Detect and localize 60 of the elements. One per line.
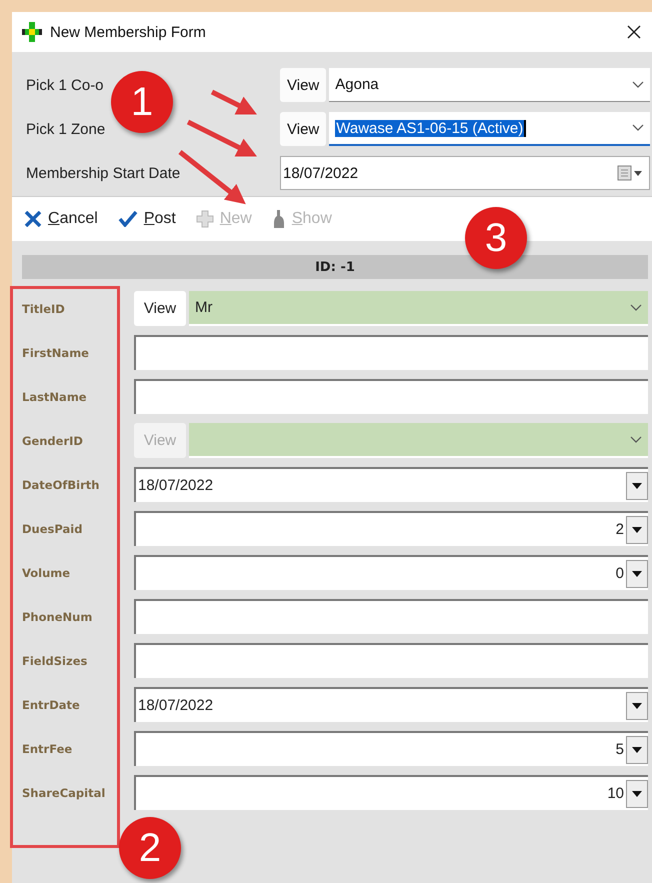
field-label: EntrFee xyxy=(22,742,74,756)
input-field[interactable] xyxy=(134,599,648,634)
caret-icon xyxy=(632,526,642,532)
post-button[interactable]: Post xyxy=(118,210,176,228)
field-label: DateOfBirth xyxy=(22,478,100,492)
field-label: FirstName xyxy=(22,346,90,360)
number-field[interactable]: 10 xyxy=(134,775,648,810)
field-label: LastName xyxy=(22,390,88,404)
caret-icon xyxy=(632,482,642,488)
number-field[interactable]: 5 xyxy=(134,731,648,766)
caret-icon xyxy=(632,790,642,796)
arrow xyxy=(210,90,257,114)
field-label: Pick 1 Co-o xyxy=(26,76,105,94)
date-field[interactable]: 18/07/2022 xyxy=(280,156,650,190)
dropdown-button[interactable] xyxy=(626,472,648,500)
dropdown-button[interactable] xyxy=(626,560,648,588)
chevron-down-icon[interactable] xyxy=(630,436,642,444)
caret-icon xyxy=(632,746,642,752)
check-icon xyxy=(118,211,138,227)
plus-icon xyxy=(196,210,214,228)
input-field[interactable] xyxy=(134,379,648,414)
combo-box[interactable]: Wawase AS1-06-15 (Active) xyxy=(329,112,650,146)
combo-box[interactable]: Agona xyxy=(329,68,650,102)
chevron-down-icon[interactable] xyxy=(632,80,644,88)
app-logo-icon xyxy=(22,22,42,42)
cancel-button[interactable]: Cancel xyxy=(24,210,98,228)
field-label: EntrDate xyxy=(22,698,81,712)
number-field[interactable]: 2 xyxy=(134,511,648,546)
field-label: Pick 1 Zone xyxy=(26,120,106,138)
date-field[interactable]: 18/07/2022 xyxy=(134,467,648,502)
dropdown-button[interactable] xyxy=(626,516,648,544)
dropdown-button[interactable] xyxy=(626,736,648,764)
calendar-icon[interactable] xyxy=(617,165,643,181)
dropdown-button[interactable] xyxy=(626,692,648,720)
window-title: New Membership Form xyxy=(50,24,207,40)
field-label: GenderID xyxy=(22,434,84,448)
view-button[interactable]: View xyxy=(280,112,326,146)
close-icon[interactable] xyxy=(626,24,642,40)
input-field[interactable] xyxy=(134,335,648,370)
caret-icon xyxy=(632,570,642,576)
view-button[interactable]: View xyxy=(134,291,186,326)
field-label: PhoneNum xyxy=(22,610,94,624)
record-header: ID: -1 xyxy=(22,255,648,279)
caret-icon xyxy=(632,702,642,708)
chevron-down-icon[interactable] xyxy=(630,304,642,312)
view-button[interactable]: View xyxy=(280,68,326,102)
field-label: Membership Start Date xyxy=(26,164,182,182)
field-label: TitleID xyxy=(22,302,66,316)
figure-icon xyxy=(272,209,286,229)
close-icon xyxy=(24,211,42,227)
date-field[interactable]: 18/07/2022 xyxy=(134,687,648,722)
combo-box[interactable]: Mr xyxy=(189,291,648,326)
field-label: Volume xyxy=(22,566,72,580)
input-field[interactable] xyxy=(134,643,648,678)
field-label: ShareCapital xyxy=(22,786,106,800)
chevron-down-icon[interactable] xyxy=(632,124,644,132)
number-field[interactable]: 0 xyxy=(134,555,648,590)
field-label: FieldSizes xyxy=(22,654,88,668)
dropdown-button[interactable] xyxy=(626,780,648,808)
field-label: DuesPaid xyxy=(22,522,84,536)
